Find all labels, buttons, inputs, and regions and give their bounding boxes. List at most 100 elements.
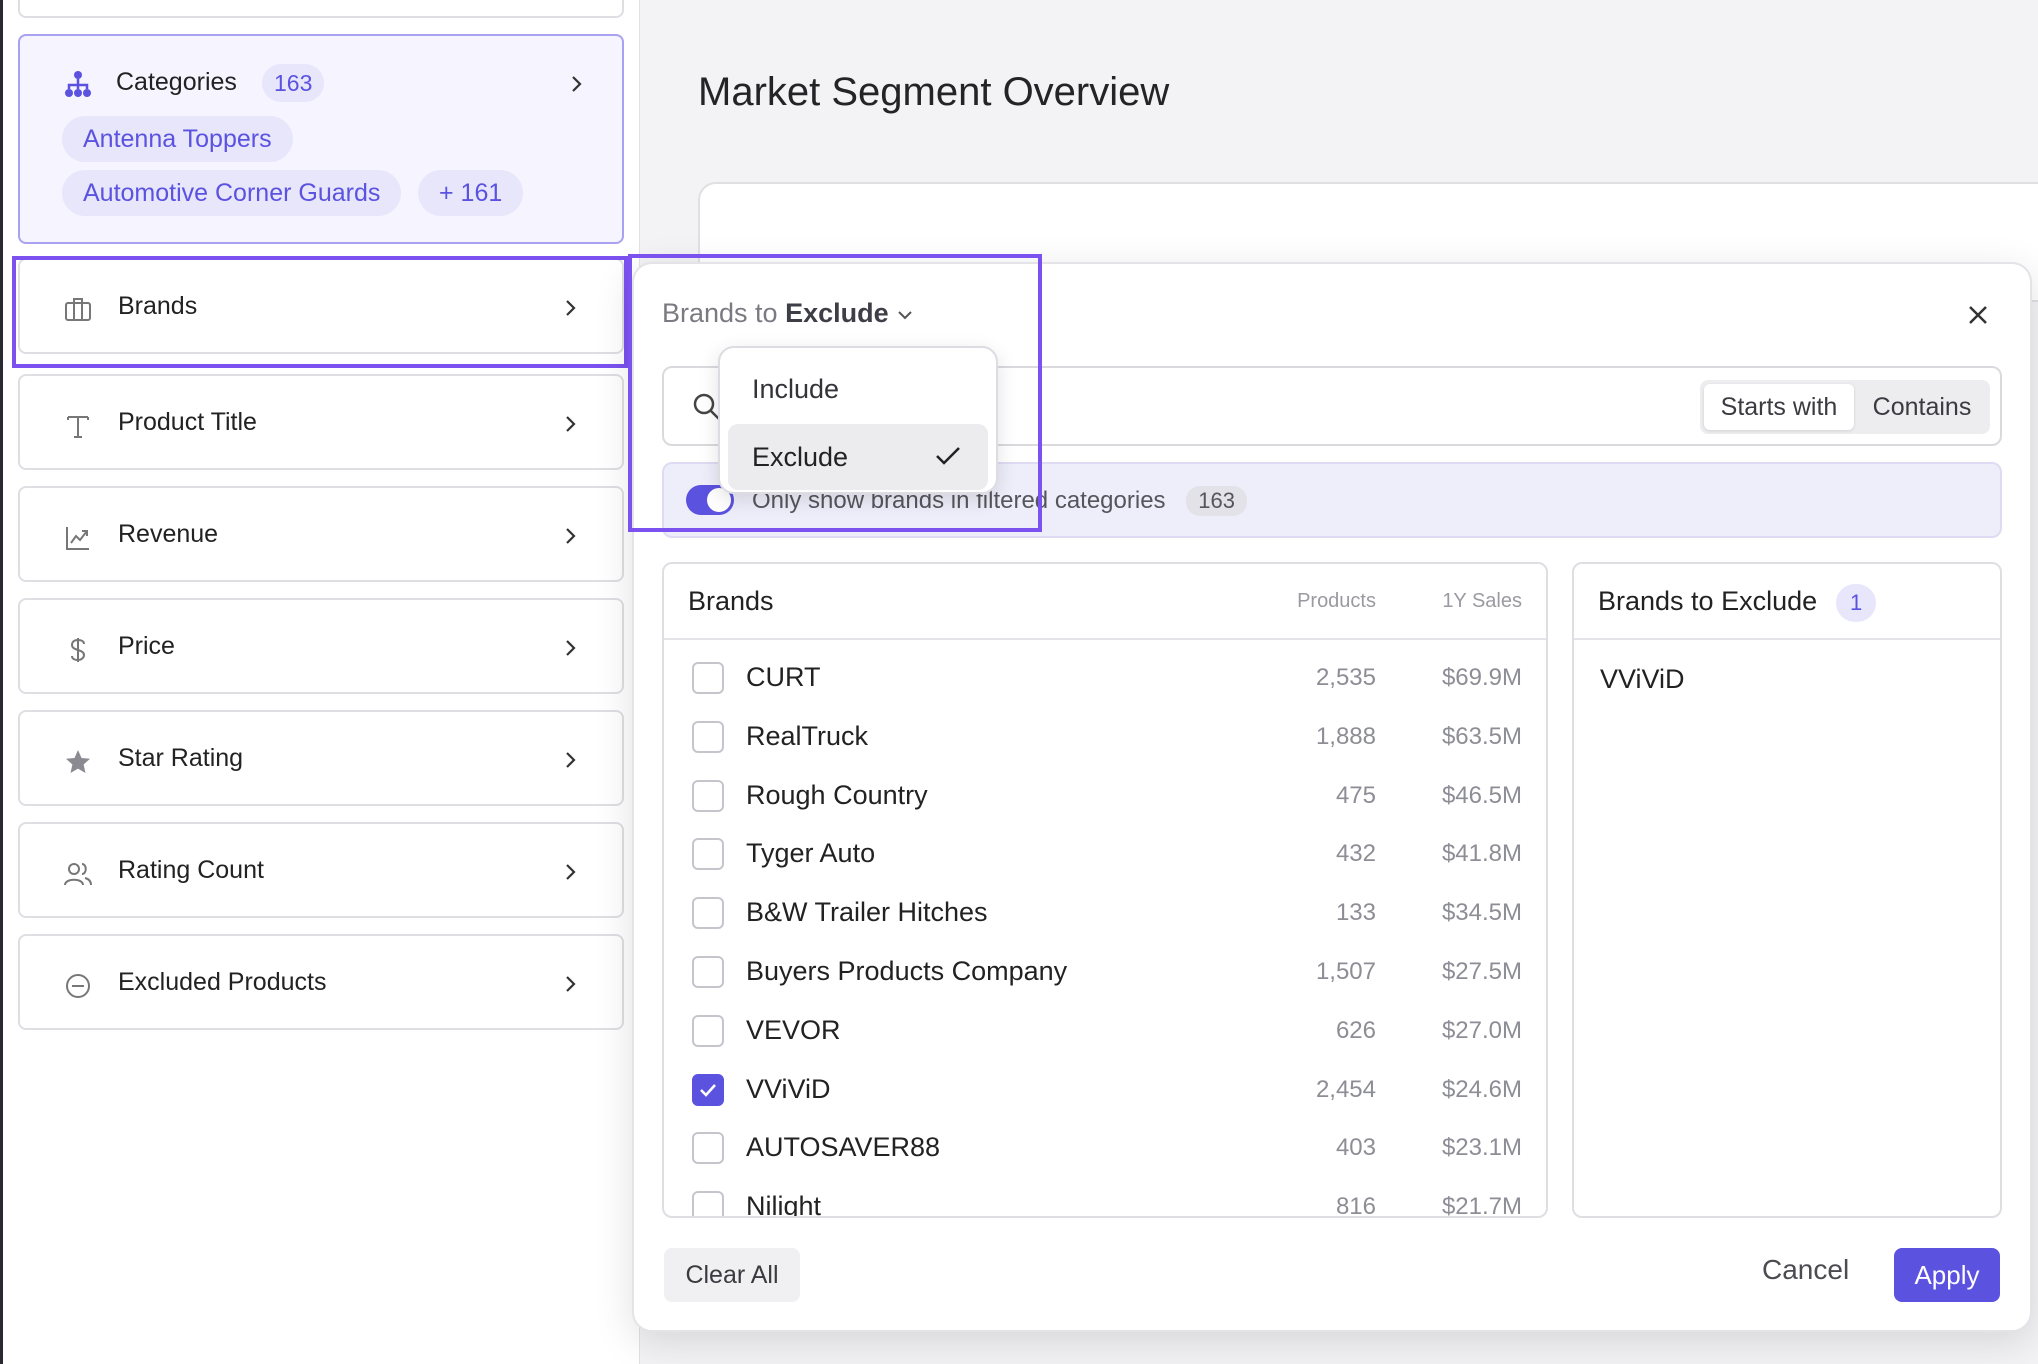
chevron-right-icon [566,752,576,768]
brand-sales: $24.6M [1441,1075,1522,1103]
brand-sales: $34.5M [1441,899,1522,927]
categories-label: Categories [116,68,237,96]
excluded-count-badge: 1 [1836,584,1877,622]
brand-sales: $63.5M [1441,722,1522,750]
category-chip[interactable]: Automotive Corner Guards [62,170,402,216]
table-row[interactable]: CURT 2,535 $69.9M [664,650,1546,708]
minus-circle-icon [66,974,90,998]
filter-sidebar: Categories 163 Antenna Toppers Automotiv… [0,0,640,1364]
brand-name: RealTruck [746,720,869,751]
text-icon [67,416,89,438]
row-checkbox[interactable] [692,1191,724,1216]
brands-table-title: Brands [688,586,774,616]
star-rating-label: Star Rating [118,744,244,772]
users-icon [64,863,92,886]
filter-card-categories[interactable]: Categories 163 Antenna Toppers Automotiv… [18,34,624,244]
excluded-brands-header: Brands to Exclude 1 [1574,564,2000,640]
table-row[interactable]: Buyers Products Company 1,507 $27.5M [664,944,1546,1002]
sales-column-header[interactable]: 1Y Sales [1442,590,1522,613]
table-row[interactable]: AUTOSAVER88 403 $23.1M [664,1120,1546,1178]
brand-products: 1,507 [1315,958,1376,985]
table-row[interactable]: Rough Country 475 $46.5M [664,768,1546,826]
row-checkbox[interactable] [692,662,724,694]
categories-count-badge: 163 [262,64,325,102]
close-icon[interactable] [1963,300,1993,330]
chevron-right-icon [566,864,576,880]
table-row[interactable]: B&W Trailer Hitches 133 $34.5M [664,885,1546,943]
brand-name: VEVOR [746,1014,841,1045]
brand-products: 475 [1335,781,1376,809]
filter-card-excluded-products[interactable]: Excluded Products [18,934,624,1030]
brand-sales: $23.1M [1441,1134,1522,1162]
brand-sales: $69.9M [1441,664,1522,691]
filter-card-product-title[interactable]: Product Title [18,374,624,470]
row-checkbox[interactable] [692,1132,724,1165]
brand-name: B&W Trailer Hitches [746,897,988,928]
brands-table: Brands Products 1Y Sales CURT 2,535 $69.9M… [662,562,1548,1218]
brand-sales: $21.7M [1441,1193,1522,1218]
table-row[interactable]: Tyger Auto 432 $41.8M [664,826,1546,884]
products-column-header[interactable]: Products [1297,590,1376,613]
brand-products: 626 [1335,1016,1376,1044]
contains-option[interactable]: Contains [1858,384,1986,430]
filter-card-rating-count[interactable]: Rating Count [18,822,624,918]
filter-card-star-rating[interactable]: Star Rating [18,710,624,806]
price-label: Price [118,632,175,660]
dollar-icon [70,638,86,662]
brand-products: 816 [1335,1193,1376,1218]
filter-card-price[interactable]: Price [18,598,624,694]
brand-name: AUTOSAVER88 [746,1132,941,1163]
brand-sales: $41.8M [1441,840,1522,868]
brand-sales: $46.5M [1441,781,1522,809]
row-checkbox[interactable] [692,897,724,930]
excluded-brand-item[interactable]: VViViD [1600,664,1685,695]
row-checkbox[interactable] [692,779,724,812]
row-checkbox[interactable] [692,1014,724,1047]
row-checkbox[interactable] [692,720,724,753]
brand-sales: $27.0M [1441,1016,1522,1044]
product-title-label: Product Title [118,408,257,436]
row-checkbox[interactable] [692,838,724,871]
excluded-brands-panel: Brands to Exclude 1 VViViD [1572,562,2002,1218]
excluded-products-label: Excluded Products [118,968,327,996]
brand-name: Tyger Auto [746,838,876,869]
brand-products: 133 [1335,899,1376,927]
revenue-label: Revenue [118,520,219,548]
dropdown-selection-outline [628,254,1042,532]
check-icon [700,1083,716,1097]
row-checkbox[interactable] [692,956,724,988]
chevron-right-icon [566,976,576,992]
chevron-right-icon [566,528,576,544]
brand-products: 1,888 [1315,722,1376,750]
brand-name: VViViD [746,1073,831,1104]
cancel-button[interactable]: Cancel [1762,1254,1849,1286]
chevron-right-icon [572,76,582,92]
brand-name: Nilight [746,1191,822,1218]
category-chip[interactable]: Antenna Toppers [62,116,293,162]
brand-products: 2,535 [1315,664,1376,691]
table-row[interactable]: VEVOR 626 $27.0M [664,1003,1546,1061]
brand-sales: $27.5M [1441,958,1522,985]
brand-name: Buyers Products Company [746,956,1068,986]
brand-products: 432 [1335,840,1376,868]
chevron-right-icon [566,416,576,432]
brand-name: CURT [746,662,821,692]
filter-card-revenue[interactable]: Revenue [18,486,624,582]
match-mode-toggle: Starts with Contains [1700,380,1990,434]
clear-all-button[interactable]: Clear All [664,1248,800,1302]
filter-card-partial[interactable] [18,0,624,18]
brand-products: 403 [1335,1134,1376,1162]
table-row[interactable]: RealTruck 1,888 $63.5M [664,709,1546,767]
chart-icon [66,527,89,550]
brand-products: 2,454 [1315,1075,1376,1103]
table-row[interactable]: VViViD 2,454 $24.6M [664,1062,1546,1120]
table-row[interactable]: Nilight 816 $21.7M [664,1179,1546,1218]
page-title: Market Segment Overview [698,70,1170,114]
filter-count-badge: 163 [1186,486,1247,516]
brands-table-header: Brands Products 1Y Sales [664,564,1546,640]
starts-with-option[interactable]: Starts with [1704,384,1854,430]
more-categories-chip[interactable]: + 161 [418,170,524,216]
apply-button[interactable]: Apply [1894,1248,2000,1302]
hierarchy-icon [65,71,91,97]
row-checkbox[interactable] [692,1073,724,1106]
